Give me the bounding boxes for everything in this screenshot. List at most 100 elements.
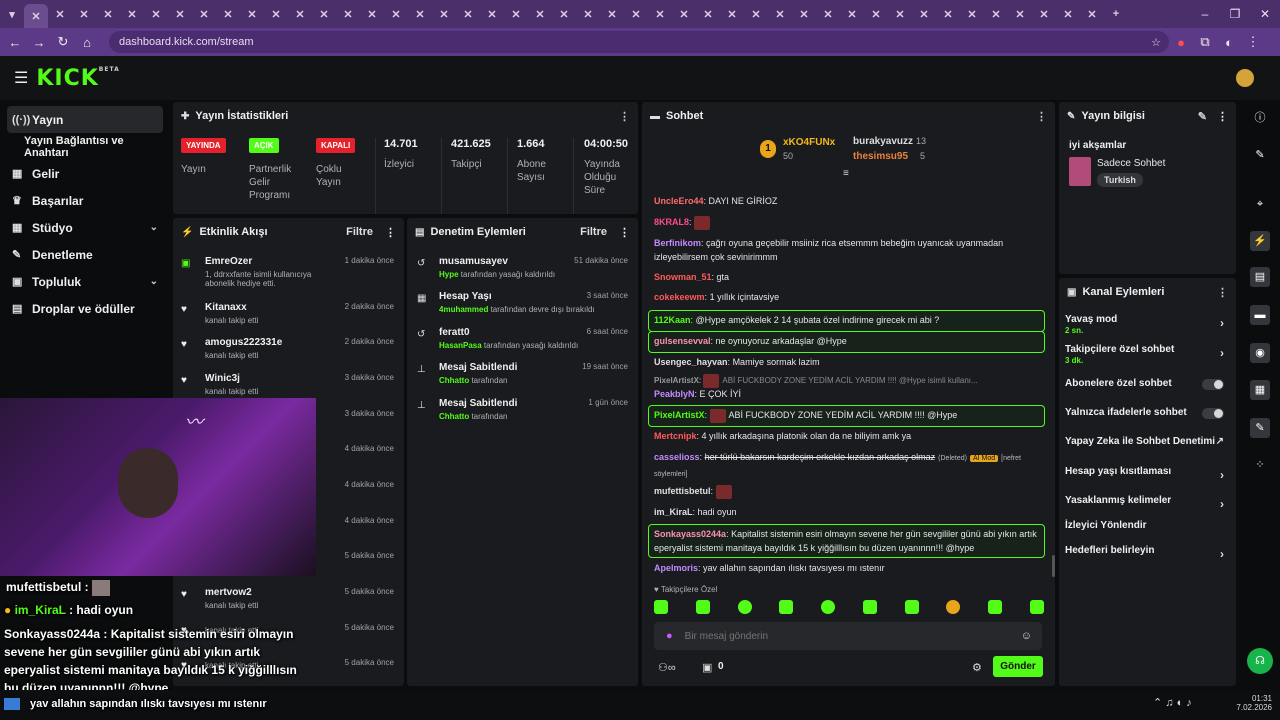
emote-icon[interactable] <box>821 600 836 614</box>
expand-gifters-icon[interactable]: ≡ <box>843 168 849 179</box>
browser-menu-dots-icon[interactable]: ⋮ <box>1241 34 1265 50</box>
forward-icon[interactable]: → <box>27 35 51 50</box>
nav-item-revenue[interactable]: ▦ Gelir <box>0 160 170 187</box>
hamburger-menu-icon[interactable]: ☰ <box>14 68 28 88</box>
emote-icon[interactable] <box>946 600 961 614</box>
tab-icon[interactable]: ✕ <box>648 4 672 24</box>
nav-item-studio[interactable]: ▦ Stüdyo ⌄ <box>0 214 170 241</box>
tab-icon[interactable]: ✕ <box>408 4 432 24</box>
chat-username[interactable]: im_KiraL <box>654 507 693 517</box>
chat-username[interactable]: 112Kaan <box>654 315 691 325</box>
filter-button[interactable]: Filtre <box>346 226 373 238</box>
tab-icon[interactable]: ✕ <box>72 4 96 24</box>
nav-item-community[interactable]: ▣ Topluluk ⌄ <box>0 268 170 295</box>
tray-icons[interactable]: ⌃ ♫ ◐ ♪ <box>1153 696 1192 709</box>
wrench-icon[interactable]: ✎ <box>1250 418 1270 438</box>
emote-icon[interactable] <box>904 600 919 614</box>
pencil-icon[interactable]: ✎ <box>1250 145 1270 165</box>
chat-message-field[interactable] <box>684 630 1005 642</box>
channel-action-item[interactable]: Takipçilere özel sohbet 3 dk. › <box>1065 344 1230 365</box>
maximize-icon[interactable]: ❐ <box>1220 7 1250 21</box>
profile-avatar-icon[interactable]: ◐ <box>1217 35 1241 50</box>
chat-message[interactable]: cokekeewm: 1 yıllık içintavsiye <box>654 290 1044 304</box>
nav-item-stream-key[interactable]: Yayın Bağlantısı ve Anahtarı <box>0 133 170 160</box>
tab-icon[interactable]: ✕ <box>96 4 120 24</box>
chat-scrollbar[interactable] <box>1052 555 1055 577</box>
chat-username[interactable]: 8KRAL8 <box>654 217 689 227</box>
tab-icon[interactable]: ✕ <box>384 4 408 24</box>
chat-username[interactable]: casselioss <box>654 452 700 462</box>
chat-settings-gear-icon[interactable]: ⚙ <box>972 661 982 674</box>
chat-message[interactable]: PeakbIyN: E ÇOK İYİ <box>654 387 1044 401</box>
emote-icon[interactable] <box>654 600 668 614</box>
tab-icon[interactable]: ✕ <box>1032 4 1056 24</box>
nav-item-moderation[interactable]: ✎ Denetleme <box>0 241 170 268</box>
chat-username[interactable]: Apelmoris <box>654 563 698 573</box>
chat-username[interactable]: mufettisbetul <box>654 486 711 496</box>
tab-icon[interactable]: ✕ <box>312 4 336 24</box>
more-options-icon[interactable]: ⋮ <box>619 110 630 123</box>
top-gifter-1-name[interactable]: xKO4FUNx <box>783 137 835 148</box>
channel-action-item[interactable]: Yalnızca ifadelerle sohbet <box>1065 407 1230 427</box>
category-name[interactable]: Sadece Sohbet <box>1097 158 1165 169</box>
tab-icon[interactable]: ✕ <box>144 4 168 24</box>
channel-action-item[interactable]: Hesap yaşı kısıtlaması › <box>1065 466 1230 486</box>
channel-action-item[interactable]: Abonelere özel sohbet <box>1065 378 1230 398</box>
nav-item-drops[interactable]: ▤ Droplar ve ödüller <box>0 295 170 322</box>
tab-icon[interactable]: ✕ <box>552 4 576 24</box>
tab-icon[interactable]: ✕ <box>360 4 384 24</box>
tab-icon[interactable]: ✕ <box>504 4 528 24</box>
activity-row[interactable]: ♥ Kitanaxx kanalı takip etti 2 dakika önce <box>181 302 394 334</box>
chat-message[interactable]: UncleEro44: DAYI NE GİRİOZ <box>654 194 1044 208</box>
more-options-icon[interactable]: ⋮ <box>385 226 396 239</box>
language-tag[interactable]: Turkish <box>1097 173 1143 187</box>
home-icon[interactable]: ⌂ <box>75 35 99 50</box>
tab-icon[interactable]: ✕ <box>576 4 600 24</box>
gift-icon[interactable]: ▣ <box>702 661 712 674</box>
chat-message[interactable]: casselioss: her türlü bakarsın kardeşim … <box>654 450 1044 482</box>
minimize-icon[interactable]: – <box>1190 7 1220 21</box>
more-options-icon[interactable]: ⋮ <box>1036 110 1047 123</box>
tab-icon[interactable]: ✕ <box>984 4 1008 24</box>
send-button[interactable]: Gönder <box>993 656 1043 677</box>
reload-icon[interactable]: ↻ <box>51 34 75 50</box>
tab-icon[interactable]: ✕ <box>672 4 696 24</box>
chat-message[interactable]: Apelmoris: yav allahın sapından ılıskı t… <box>654 561 1044 575</box>
channel-action-item[interactable]: Yavaş mod 2 sn. › <box>1065 314 1230 335</box>
tab-icon[interactable]: ✕ <box>792 4 816 24</box>
tab-icon[interactable]: ✕ <box>168 4 192 24</box>
moderation-row[interactable]: ↺ feratt0 HasanPasa tarafından yasağı kald… <box>417 327 628 359</box>
tab-icon[interactable]: ✕ <box>720 4 744 24</box>
activity-row[interactable]: ♥ mertvow2 kanalı takip etti 5 dakika önce <box>181 587 394 619</box>
filter-button[interactable]: Filtre <box>580 226 607 238</box>
chat-username[interactable]: Berfinikom <box>654 238 701 248</box>
tab-icon[interactable]: ✕ <box>864 4 888 24</box>
tab-icon[interactable]: ✕ <box>48 4 72 24</box>
activity-row[interactable]: ♥ amogus222331e kanalı takip etti 2 dakika … <box>181 337 394 369</box>
chat-message[interactable]: im_KiraL: hadi oyun <box>654 505 1044 519</box>
new-tab-icon[interactable]: + <box>1104 4 1128 24</box>
tab-icon[interactable]: ✕ <box>264 4 288 24</box>
support-headset-icon[interactable]: ☊ <box>1247 648 1273 674</box>
crosshair-icon[interactable]: ⌖ <box>1250 194 1270 214</box>
back-icon[interactable]: ← <box>3 35 27 50</box>
microphone-icon[interactable]: ● <box>666 630 673 642</box>
chat-username[interactable]: Usengec_hayvan <box>654 357 728 367</box>
chat-username[interactable]: PixelArtistX <box>654 410 705 420</box>
tab-icon[interactable]: ✕ <box>456 4 480 24</box>
tab-icon[interactable]: ✕ <box>216 4 240 24</box>
chat-username[interactable]: Sonkayass0244a <box>654 529 726 539</box>
emote-icon[interactable] <box>1029 600 1044 614</box>
tab-icon[interactable]: ✕ <box>1080 4 1104 24</box>
tab-icon[interactable]: ✕ <box>840 4 864 24</box>
kick-logo[interactable]: KICKBETA <box>36 66 119 91</box>
moderation-row[interactable]: ⊥ Mesaj Sabitlendi Chhatto tarafından 19 sa… <box>417 362 628 394</box>
chat-username[interactable]: cokekeewm <box>654 292 705 302</box>
tab-icon[interactable]: ✕ <box>768 4 792 24</box>
url-field[interactable]: dashboard.kick.com/stream ☆ <box>109 31 1169 53</box>
moderation-row[interactable]: ↺ musamusayev Hype tarafından yasağı kaldı… <box>417 256 628 288</box>
tab-icon[interactable]: ✕ <box>936 4 960 24</box>
tab-icon[interactable]: ✕ <box>1056 4 1080 24</box>
tab-icon[interactable]: ✕ <box>744 4 768 24</box>
chat-message[interactable]: Berfinikom: çağrı oyuna geçebilir msiini… <box>654 236 1044 264</box>
